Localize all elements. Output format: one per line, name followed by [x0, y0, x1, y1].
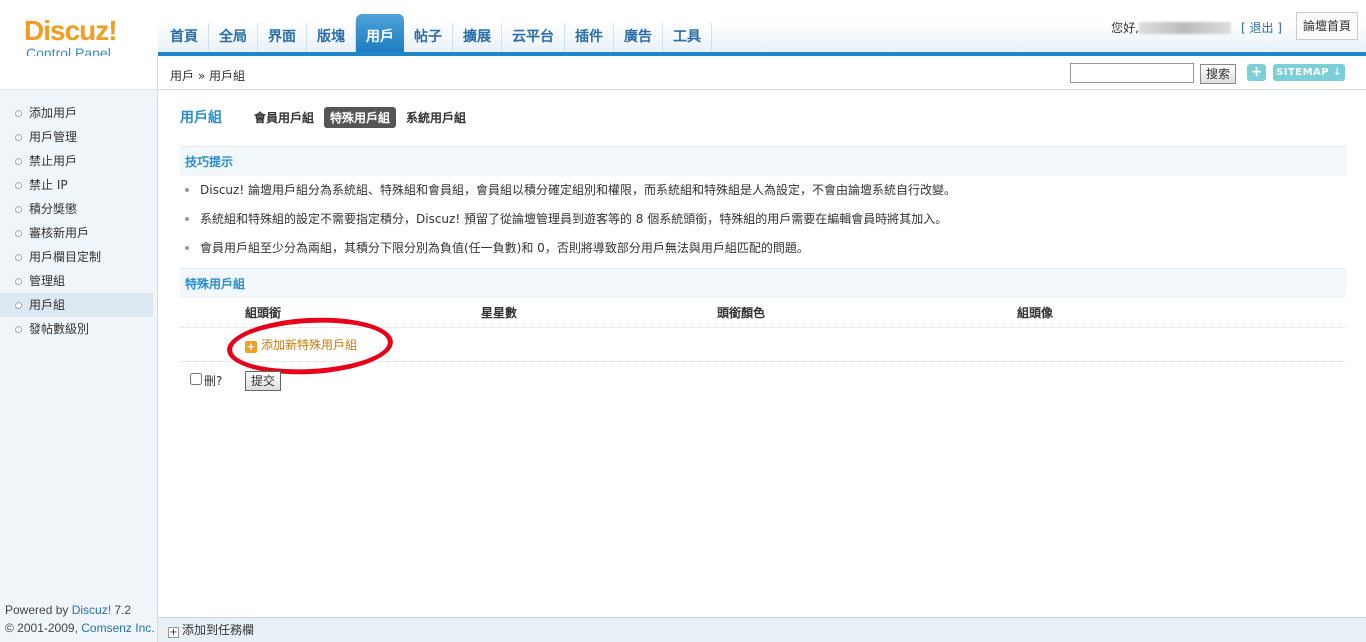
subtab[interactable]: 系統用戶組: [400, 107, 472, 128]
nav-tab[interactable]: 插件: [565, 23, 614, 52]
nav-tab[interactable]: 首頁: [160, 23, 209, 52]
powered-by: Powered by Discuz! 7.2 © 2001-2009, Coms…: [5, 601, 155, 637]
special-group-table: 組頭銜 星星數 頭銜顏色 組頭像 + 添加新特殊用戶組 刪? 提交: [180, 298, 1346, 396]
tip-item: Discuz! 論壇用戶組分為系統組、特殊組和會員組，會員組以積分確定組別和權限…: [180, 176, 1346, 205]
greeting: 您好,: [1111, 21, 1139, 35]
delete-label: 刪?: [204, 374, 223, 388]
add-to-taskbar-link[interactable]: + 添加到任務欄: [168, 621, 254, 638]
nav-tab[interactable]: 廣告: [614, 23, 663, 52]
subtab[interactable]: 會員用戶組: [248, 107, 320, 128]
nav-tab[interactable]: 版塊: [307, 23, 356, 52]
sidebar-item[interactable]: 禁止用戶: [0, 149, 157, 173]
company-link[interactable]: Comsenz Inc.: [81, 621, 154, 635]
main-nav: 首頁 全局 界面 版塊 用戶 帖子 擴展 云平台 插件 廣告 工具: [160, 14, 712, 52]
sidebar-item[interactable]: 添加用戶: [0, 101, 157, 125]
search-button[interactable]: 搜索: [1200, 64, 1236, 84]
column-header: 星星數: [481, 306, 518, 320]
nav-tab[interactable]: 界面: [258, 23, 307, 52]
subtabs: 用戶組 會員用戶組 特殊用戶組 系統用戶組: [180, 100, 1346, 134]
add-label: 添加新特殊用戶組: [261, 338, 358, 352]
delete-all-checkbox[interactable]: [190, 373, 202, 385]
logo[interactable]: Discuz! Control Panel: [24, 15, 144, 62]
logout-link[interactable]: [ 退出 ]: [1241, 19, 1282, 36]
search-input[interactable]: [1070, 63, 1194, 83]
nav-tab[interactable]: 全局: [209, 23, 258, 52]
submit-row: 刪? 提交: [180, 362, 1346, 396]
nav-tab[interactable]: 帖子: [404, 23, 453, 52]
nav-tab[interactable]: 用戶: [356, 14, 404, 52]
nav-tab[interactable]: 擴展: [453, 23, 502, 52]
add-icon: +: [245, 340, 257, 353]
sidebar-item[interactable]: 用戶欄目定制: [0, 245, 157, 269]
version: 7.2: [111, 603, 132, 617]
nav-tab[interactable]: 云平台: [502, 23, 565, 52]
add-to-taskbar-label: 添加到任務欄: [182, 623, 255, 637]
add-special-group-link[interactable]: + 添加新特殊用戶組: [245, 328, 357, 362]
plus-box-icon: +: [168, 627, 179, 638]
table-add-row: + 添加新特殊用戶組: [180, 313, 1346, 379]
sidebar-header: [0, 56, 157, 90]
sidebar-item[interactable]: 審核新用戶: [0, 221, 157, 245]
add-shortcut-button[interactable]: +: [1247, 64, 1266, 81]
column-header: 頭銜顏色: [717, 306, 766, 320]
nav-tab[interactable]: 工具: [663, 23, 712, 52]
grid-heading: 特殊用戶組: [180, 268, 1346, 298]
main-content: 用戶組 會員用戶組 特殊用戶組 系統用戶組 技巧提示 Discuz! 論壇用戶組分為…: [180, 100, 1346, 396]
subtab[interactable]: 特殊用戶組: [324, 106, 397, 128]
product-link[interactable]: Discuz!: [72, 603, 111, 617]
column-header: 組頭像: [1017, 306, 1054, 320]
table-header: 組頭銜 星星數 頭銜顏色 組頭像: [180, 298, 1346, 328]
tips-list: Discuz! 論壇用戶組分為系統組、特殊組和會員組，會員組以積分確定組別和權限…: [180, 176, 1346, 263]
column-header: 組頭銜: [245, 306, 282, 320]
username-blurred: [1139, 21, 1231, 34]
submit-button[interactable]: 提交: [245, 371, 281, 391]
sitemap-button[interactable]: SITEMAP ↓: [1273, 64, 1345, 81]
breadcrumb: 用戶 » 用戶組: [170, 69, 245, 83]
user-info: 您好, [ 退出 ]: [1111, 19, 1282, 36]
sidebar-menu: 添加用戶 用戶管理 禁止用戶 禁止 IP 積分獎懲 審核新用戶 用戶欄目定制 管理組 用戶組 發帖…: [0, 101, 157, 341]
sidebar: 添加用戶 用戶管理 禁止用戶 禁止 IP 積分獎懲 審核新用戶 用戶欄目定制 管理組 用戶組 發帖…: [0, 56, 158, 642]
tip-item: 會員用戶組至少分為兩組，其積分下限分別為負值(任一負數)和 0，否則將導致部分用…: [180, 234, 1346, 263]
logo-brand: Discuz!: [24, 15, 118, 46]
forum-home-button[interactable]: 論壇首頁: [1295, 12, 1358, 40]
header: Discuz! Control Panel 首頁 全局 界面 版塊 用戶 帖子 擴展 云平台插…: [0, 0, 1366, 61]
bottom-bar: + 添加到任務欄: [158, 617, 1366, 642]
sidebar-item[interactable]: 管理組: [0, 269, 157, 293]
sidebar-item[interactable]: 用戶組: [0, 293, 153, 317]
powered-prefix: Powered by: [5, 603, 72, 617]
breadcrumb-bar: 用戶 » 用戶組 搜索 + SITEMAP ↓: [158, 56, 1366, 90]
tips-heading: 技巧提示: [180, 146, 1346, 176]
sidebar-item[interactable]: 禁止 IP: [0, 173, 157, 197]
sidebar-item[interactable]: 發帖數級別: [0, 317, 157, 341]
sidebar-item[interactable]: 積分獎懲: [0, 197, 157, 221]
tip-item: 系統組和特殊組的設定不需要指定積分，Discuz! 預留了從論壇管理員到遊客等的…: [180, 205, 1346, 234]
sidebar-item[interactable]: 用戶管理: [0, 125, 157, 149]
copyright: © 2001-2009,: [5, 621, 82, 635]
page-title: 用戶組: [180, 110, 222, 126]
